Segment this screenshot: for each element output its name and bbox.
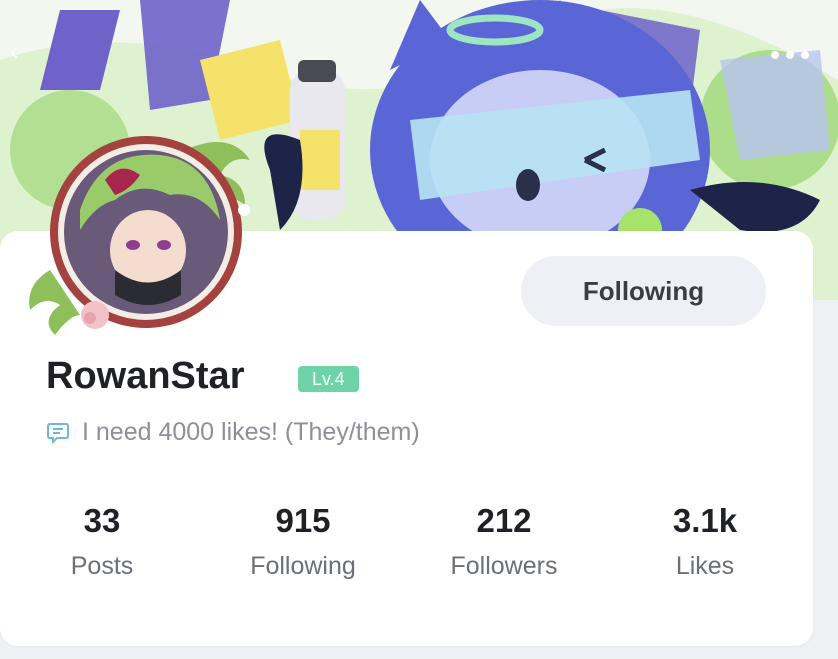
level-badge: Lv.4 (298, 366, 359, 392)
dot (801, 51, 809, 59)
chevron-left-icon[interactable]: ‹ (10, 38, 32, 64)
following-button[interactable]: Following (521, 256, 766, 326)
username: RowanStar (46, 355, 245, 397)
stat-value: 915 (275, 502, 331, 539)
stat-label: Posts (70, 552, 134, 580)
stat-following[interactable]: 915 Following (203, 500, 403, 584)
stats-row: 33 Posts 915 Following 212 Followers 3.1… (0, 500, 808, 600)
dot (786, 51, 794, 59)
stat-value: 33 (83, 502, 121, 539)
stat-label: Following (250, 552, 356, 580)
avatar[interactable] (20, 120, 260, 340)
stat-value: 212 (476, 502, 532, 539)
more-dots-icon[interactable] (764, 44, 816, 66)
comment-icon (47, 422, 69, 444)
stat-followers[interactable]: 212 Followers (404, 500, 604, 584)
stat-value: 3.1k (672, 502, 738, 539)
bio-text: I need 4000 likes! (They/them) (82, 418, 420, 446)
stat-posts[interactable]: 33 Posts (2, 500, 202, 584)
stat-label: Followers (450, 552, 558, 580)
stat-likes[interactable]: 3.1k Likes (605, 500, 805, 584)
stat-label: Likes (675, 552, 735, 580)
bio-row: I need 4000 likes! (They/them) (46, 418, 420, 447)
dot (771, 51, 779, 59)
